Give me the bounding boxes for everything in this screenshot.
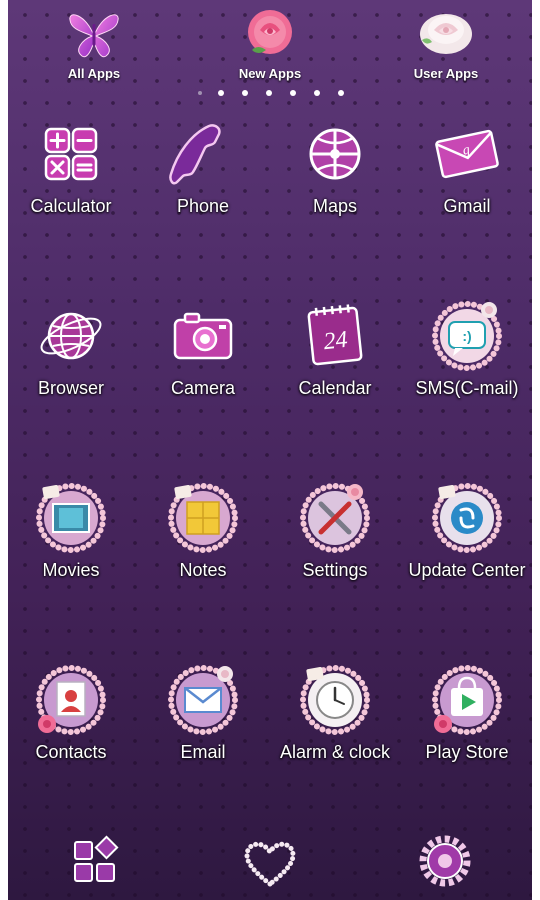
new-apps-label: New Apps (238, 66, 302, 81)
chat-bubble-icon: :) (432, 301, 502, 371)
film-icon (36, 483, 106, 553)
settings-label: Settings (302, 560, 368, 580)
svg-text::): :) (462, 328, 471, 344)
browser-label: Browser (37, 378, 104, 398)
app-update-center[interactable]: Update Center (403, 478, 531, 581)
sticky-notes-icon (168, 483, 238, 553)
gear-icon (419, 835, 471, 887)
app-settings[interactable]: Settings (271, 478, 399, 581)
page-indicator (198, 89, 348, 99)
page-dot (198, 91, 202, 95)
pearl-heart-icon (244, 841, 296, 888)
app-phone[interactable]: Phone (139, 114, 267, 217)
phone-handset-icon (169, 124, 221, 185)
app-browser[interactable]: Browser (8, 296, 135, 399)
user-apps-label: User Apps (413, 66, 479, 81)
app-camera[interactable]: Camera (139, 296, 267, 399)
dock-app-drawer-button[interactable] (55, 826, 135, 896)
calculator-label: Calculator (30, 196, 112, 216)
sms-label: SMS(C-mail) (415, 378, 519, 398)
page-dot (338, 90, 344, 96)
user-apps-shortcut[interactable]: User Apps (391, 6, 501, 81)
play-store-label: Play Store (425, 742, 509, 762)
clock-icon (300, 665, 370, 735)
all-apps-shortcut[interactable]: All Apps (39, 6, 149, 81)
update-center-label: Update Center (408, 560, 526, 580)
app-play-store[interactable]: Play Store (403, 660, 531, 763)
gmail-label: Gmail (443, 196, 491, 216)
update-arrows-icon (432, 483, 502, 553)
globe-icon (40, 312, 102, 360)
page-dot (314, 90, 320, 96)
app-gmail[interactable]: g Gmail (403, 114, 531, 217)
calendar-label: Calendar (298, 378, 372, 398)
all-apps-label: All Apps (67, 66, 121, 81)
app-alarm-clock[interactable]: Alarm & clock (271, 660, 399, 763)
home-screen: All Apps New Apps User Apps Calculator P… (8, 0, 532, 900)
app-contacts[interactable]: Contacts (8, 660, 135, 763)
tools-icon (300, 483, 370, 553)
dock-settings-button[interactable] (405, 826, 485, 896)
app-calendar[interactable]: 24 Calendar (271, 296, 399, 399)
app-notes[interactable]: Notes (139, 478, 267, 581)
notes-label: Notes (179, 560, 227, 580)
app-email[interactable]: Email (139, 660, 267, 763)
pink-rose-icon (248, 10, 292, 54)
new-apps-shortcut[interactable]: New Apps (215, 6, 325, 81)
map-pin-icon (309, 128, 361, 180)
camera-icon (173, 312, 233, 360)
dock-heart-button[interactable] (230, 826, 310, 896)
calendar-day: 24 (322, 327, 349, 355)
phone-label: Phone (176, 196, 230, 216)
shopping-bag-icon (432, 665, 502, 735)
app-grid-icon (74, 835, 119, 882)
app-maps[interactable]: Maps (271, 114, 399, 217)
app-movies[interactable]: Movies (8, 478, 135, 581)
page-dot (242, 90, 248, 96)
page-dot-active (218, 90, 224, 96)
white-rose-icon (420, 14, 472, 54)
envelope-icon: g (435, 129, 499, 179)
contact-card-icon (36, 665, 106, 735)
butterfly-icon (69, 14, 119, 58)
contacts-label: Contacts (35, 742, 107, 762)
calculator-icon (44, 127, 98, 181)
app-calculator[interactable]: Calculator (8, 114, 135, 217)
app-sms[interactable]: :) SMS(C-mail) (403, 296, 531, 399)
camera-label: Camera (170, 378, 236, 398)
calendar-icon: 24 (307, 304, 363, 366)
alarm-clock-label: Alarm & clock (279, 742, 391, 762)
mail-envelope-icon (168, 665, 238, 735)
page-dot (290, 90, 296, 96)
movies-label: Movies (42, 560, 100, 580)
email-label: Email (180, 742, 226, 762)
maps-label: Maps (312, 196, 357, 216)
page-dot (266, 90, 272, 96)
